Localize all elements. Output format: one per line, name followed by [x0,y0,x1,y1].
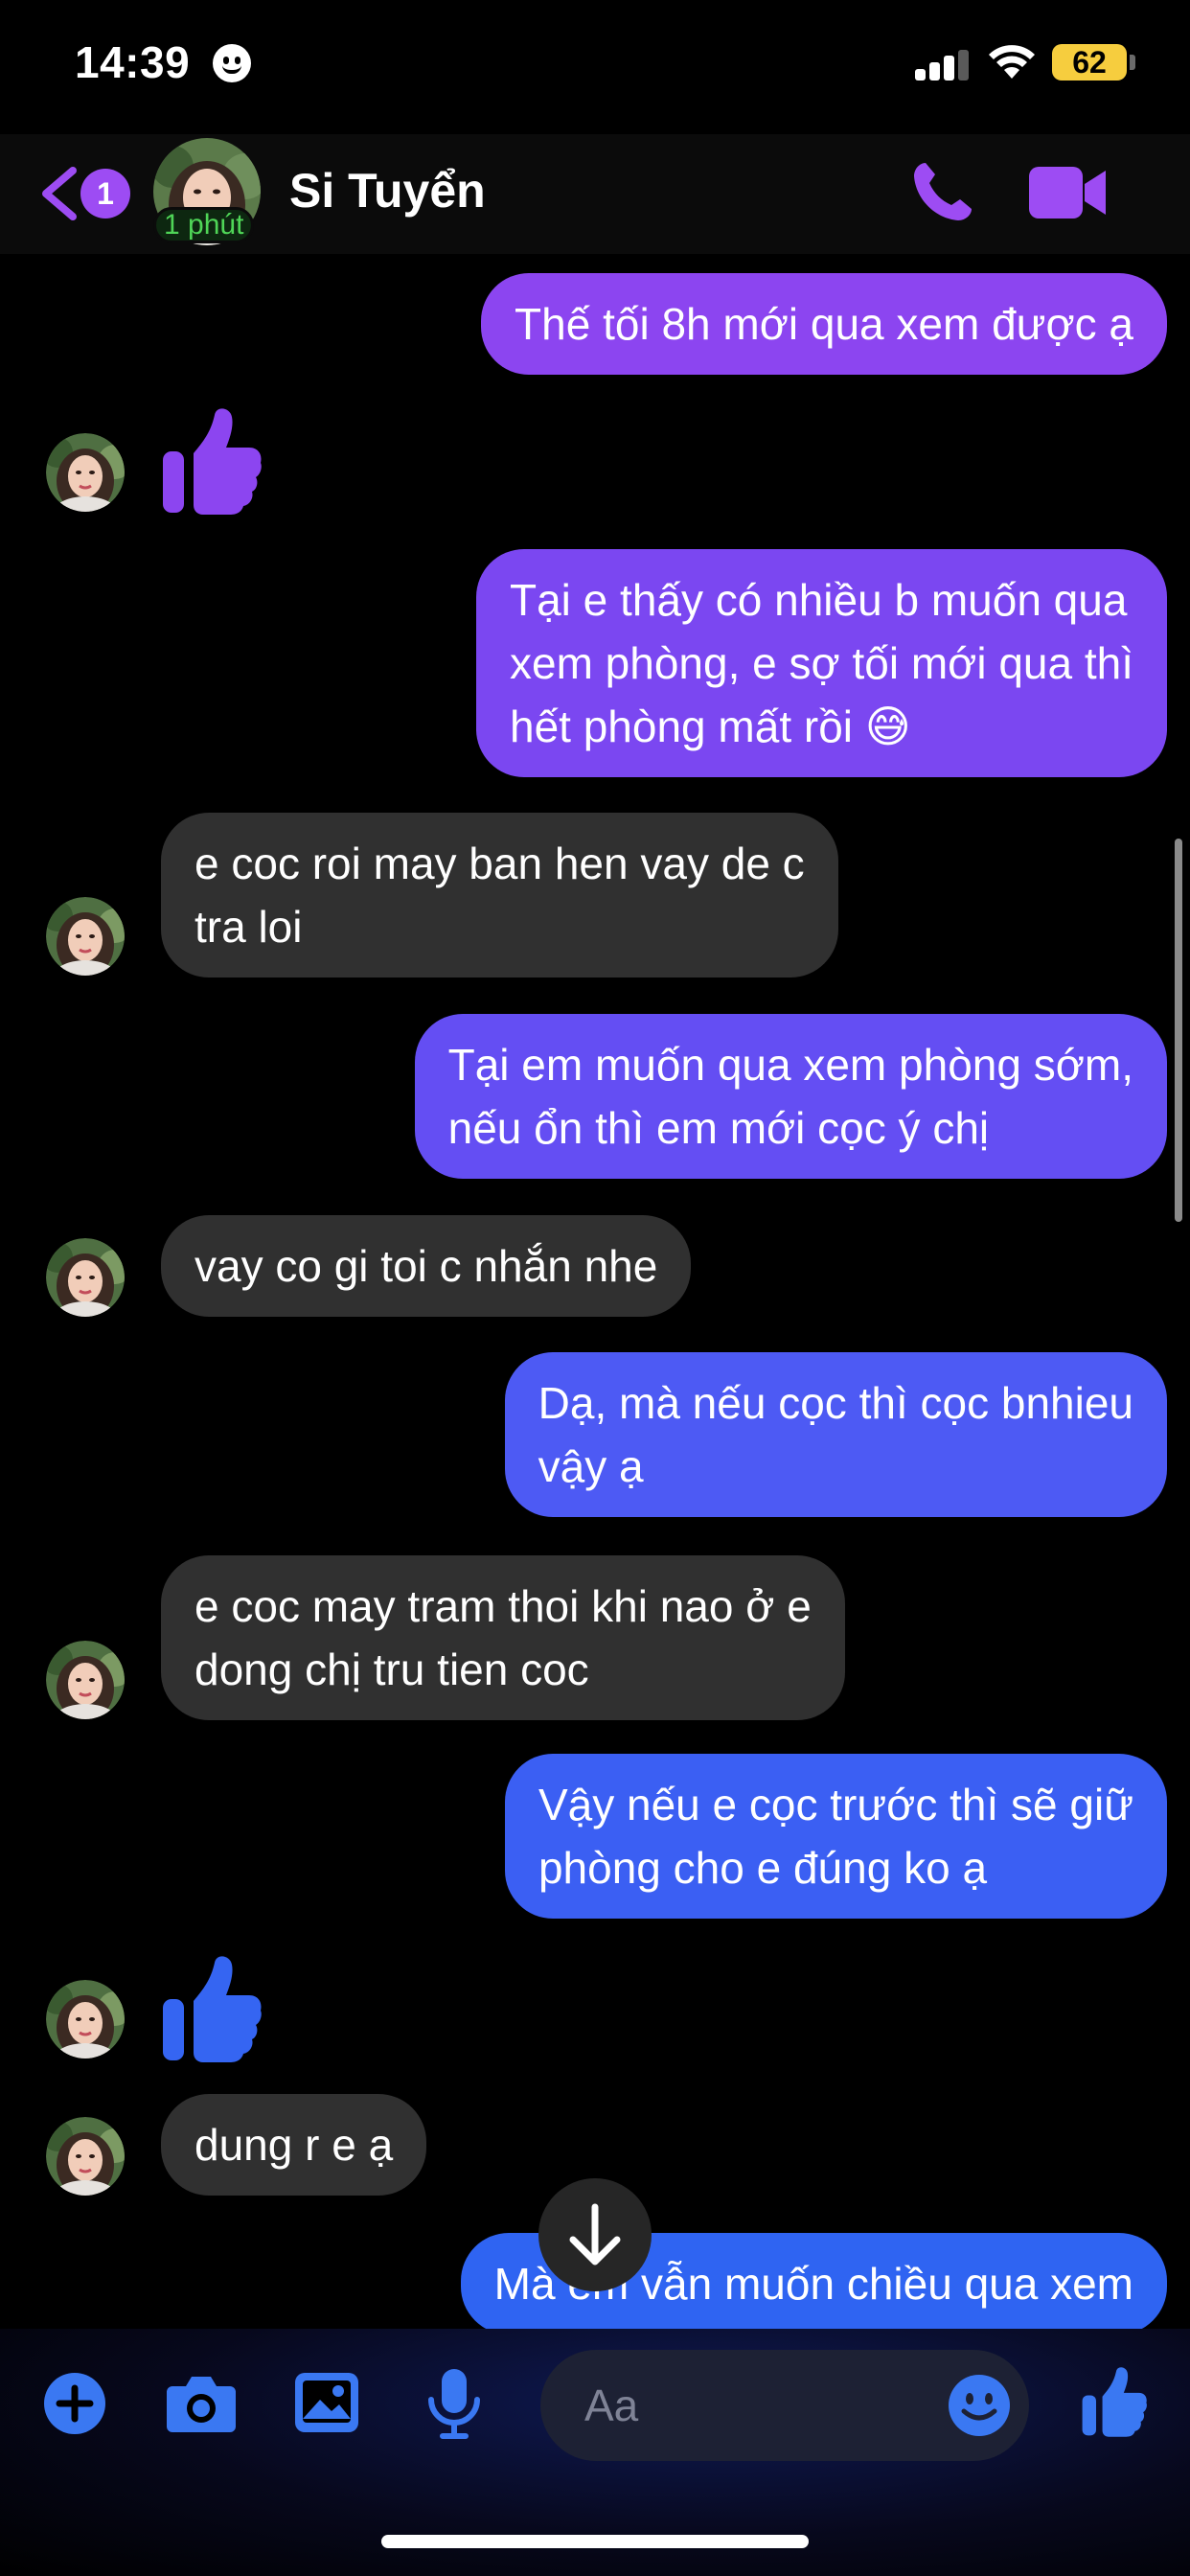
message-bubble-received[interactable]: dung r e ạ [161,2094,427,2196]
sender-avatar[interactable] [46,433,125,512]
cellular-signal-icon [915,50,971,80]
message-input-container[interactable] [540,2350,1029,2461]
status-bar: 14:39 62 [0,0,1190,134]
battery-tip [1130,55,1135,70]
smiley-icon[interactable] [947,2373,1012,2438]
focus-smiley-icon [213,44,251,82]
sender-avatar[interactable] [46,1980,125,2058]
message-bubble-sent[interactable]: Tại e thấy có nhiều b muốn qua xem phòng… [476,549,1167,777]
sender-avatar[interactable] [46,1641,125,1719]
scrollbar[interactable] [1175,839,1182,1222]
message-input[interactable] [584,2377,949,2434]
sender-avatar[interactable] [46,2117,125,2196]
video-camera-icon[interactable] [1027,157,1108,228]
message-bubble-sent[interactable]: Tại em muốn qua xem phòng sớm, nếu ổn th… [414,1014,1167,1179]
message-bubble-sent[interactable]: Vậy nếu e cọc trước thì sẽ giữ phòng cho… [504,1754,1167,1919]
image-icon[interactable] [293,2371,360,2434]
contact-name[interactable]: Si Tuyển [289,163,486,218]
sender-avatar[interactable] [46,1238,125,1317]
messenger-chat-screen: 14:39 62 1 1 phút Si Tuyển Thế tối 8h mớ… [0,0,1190,2576]
chevron-left-icon [42,167,77,220]
sender-avatar[interactable] [46,897,125,976]
wifi-icon [989,45,1035,79]
active-status-badge: 1 phút [153,207,255,243]
battery-level: 62 [1052,44,1127,80]
thumbs-up-icon[interactable] [1081,2365,1148,2438]
home-indicator [381,2535,809,2548]
arrow-down-icon [569,2203,621,2266]
message-bubble-received[interactable]: e coc roi may ban hen vay de c tra loi [161,813,838,978]
status-time: 14:39 [75,37,191,87]
scroll-to-bottom-button[interactable] [538,2178,652,2291]
unread-count-badge: 1 [80,169,130,218]
phone-icon[interactable] [906,157,977,228]
plus-icon[interactable] [42,2371,107,2436]
thumbs-up-icon[interactable] [161,405,263,517]
message-bubble-received[interactable]: vay co gi toi c nhắn nhe [161,1215,692,1317]
microphone-icon[interactable] [425,2367,483,2440]
message-bubble-sent[interactable]: Dạ, mà nếu cọc thì cọc bnhieu vậy ạ [504,1352,1167,1517]
back-button[interactable]: 1 [34,161,130,224]
message-bubble-sent[interactable]: Thế tối 8h mới qua xem được ạ [481,273,1167,375]
camera-icon[interactable] [165,2373,238,2434]
conversation-header: 1 1 phút Si Tuyển [0,134,1190,254]
thumbs-up-icon[interactable] [161,1953,263,2064]
message-bubble-received[interactable]: e coc may tram thoi khi nao ở e dong chị… [161,1555,845,1720]
message-list[interactable]: Thế tối 8h mới qua xem được ạ Tại e thấy… [0,254,1190,2329]
